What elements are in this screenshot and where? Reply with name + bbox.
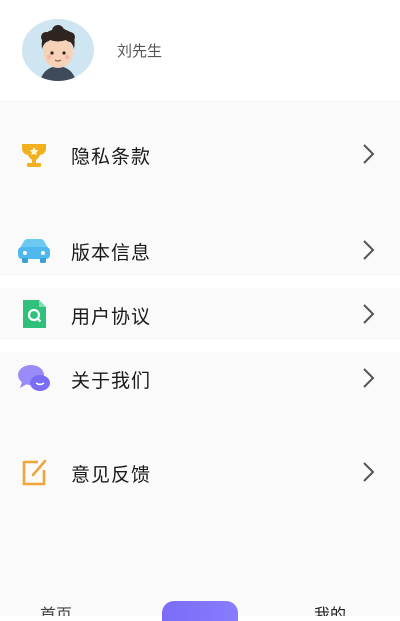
menu-item-user-agreement[interactable]: 用户协议 (0, 288, 400, 340)
chevron-right-icon (360, 302, 376, 326)
profile-header: 刘先生 (0, 0, 400, 100)
trophy-icon (16, 136, 52, 172)
avatar-boy-illustration (22, 19, 94, 81)
menu-item-label: 意见反馈 (71, 464, 152, 486)
menu-item-label: 用户协议 (71, 306, 152, 328)
tab-home[interactable]: 首页 (40, 600, 72, 616)
menu-item-privacy-policy[interactable]: 隐私条款 (0, 128, 400, 180)
username: 刘先生 (117, 42, 163, 60)
menu-item-label: 关于我们 (71, 370, 152, 392)
edit-icon (16, 454, 52, 490)
tab-mine[interactable]: 我的 (314, 600, 346, 616)
car-icon (16, 232, 52, 268)
menu-item-feedback[interactable]: 意见反馈 (0, 446, 400, 498)
chevron-right-icon (360, 366, 376, 390)
menu-item-version-info[interactable]: 版本信息 (0, 224, 400, 276)
section-gap (0, 404, 400, 446)
tab-center-button[interactable] (162, 601, 238, 621)
chat-bubbles-icon (16, 360, 52, 396)
document-search-icon (16, 296, 52, 332)
section-gap (0, 180, 400, 224)
section-gap (0, 100, 400, 128)
menu-item-label: 版本信息 (71, 242, 152, 264)
section-gap (0, 498, 400, 592)
menu-item-about-us[interactable]: 关于我们 (0, 352, 400, 404)
chevron-right-icon (360, 238, 376, 262)
menu-item-label: 隐私条款 (71, 146, 152, 168)
chevron-right-icon (360, 460, 376, 484)
avatar[interactable] (22, 19, 94, 81)
bottom-tab-bar: 首页 我的 (0, 592, 400, 621)
chevron-right-icon (360, 142, 376, 166)
